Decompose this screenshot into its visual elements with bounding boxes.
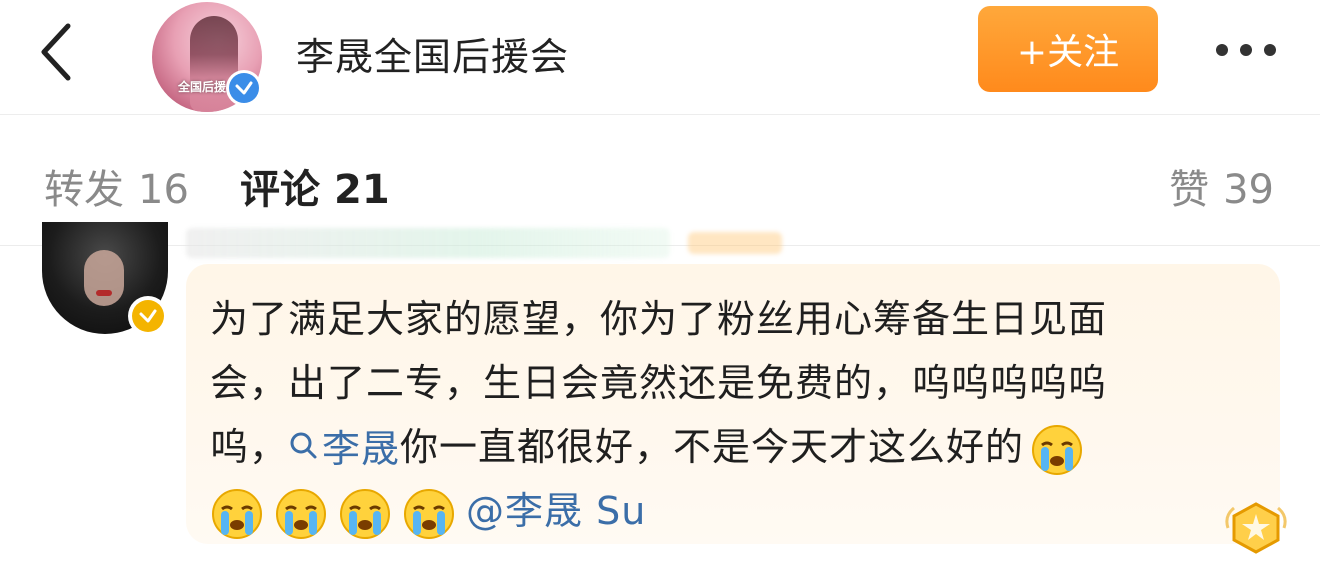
commenter-name-blurred[interactable] [186,228,670,258]
follow-button[interactable]: +关注 [978,6,1158,92]
crying-face-icon [212,488,262,539]
more-dot [1216,44,1228,56]
tab-like[interactable]: 赞 39 [1169,157,1274,215]
tab-repost-label: 转发 [44,167,124,213]
verified-blue-icon [226,70,262,106]
search-icon [290,432,317,459]
tab-comment-label: 评论 [240,167,320,213]
account-avatar[interactable]: 全国后援 [152,2,262,112]
more-dot [1240,44,1252,56]
search-mention-link[interactable]: 李晟 [288,418,400,473]
search-mention-label: 李晟 [322,426,401,471]
comment-text-line: 呜， 李晟 你一直都很好，不是今天才这么好的 [210,416,1094,477]
tab-comment-count: 21 [334,167,390,213]
more-dot [1264,44,1276,56]
user-mention-link[interactable]: @李晟 Su [466,489,646,533]
interaction-tabs: 转发 16 评论 21 赞 39 [0,115,1320,245]
tab-comment[interactable]: 评论 21 [240,157,390,215]
comment-text-line: 为了满足大家的愿望，你为了粉丝用心筹备生日见面 [210,297,1108,341]
tab-like-label: 赞 [1169,167,1210,213]
comment-text-line: 会，出了二专，生日会竟然还是免费的，呜呜呜呜呜 [210,361,1108,405]
avatar-caption: 全国后援 [178,80,227,94]
tab-like-count: 39 [1223,167,1274,213]
commenter-badge-blurred [688,232,782,254]
crying-face-icon [404,488,454,539]
tab-repost-count: 16 [138,167,189,213]
medal-icon [1225,502,1287,554]
tab-repost[interactable]: 转发 16 [44,157,189,215]
crying-face-icon [1032,424,1083,475]
verified-gold-icon [128,296,168,336]
weibo-comment-page: 全国后援 李晟全国后援会 +关注 转发 16 评论 21 赞 39 为了满足大家… [0,0,1320,570]
crying-face-icon [340,488,390,539]
crying-face-icon [276,488,326,539]
back-button[interactable] [28,20,84,84]
comment-text: 你一直都很好，不是今天才这么好的 [400,425,1025,469]
comment-text: 呜， [210,425,289,469]
top-bar: 全国后援 李晟全国后援会 +关注 [0,0,1320,114]
comment-emoji-line: @李晟 Su [210,480,646,541]
more-button[interactable] [1206,30,1286,70]
account-name[interactable]: 李晟全国后援会 [296,26,569,81]
chevron-left-icon [41,23,71,81]
